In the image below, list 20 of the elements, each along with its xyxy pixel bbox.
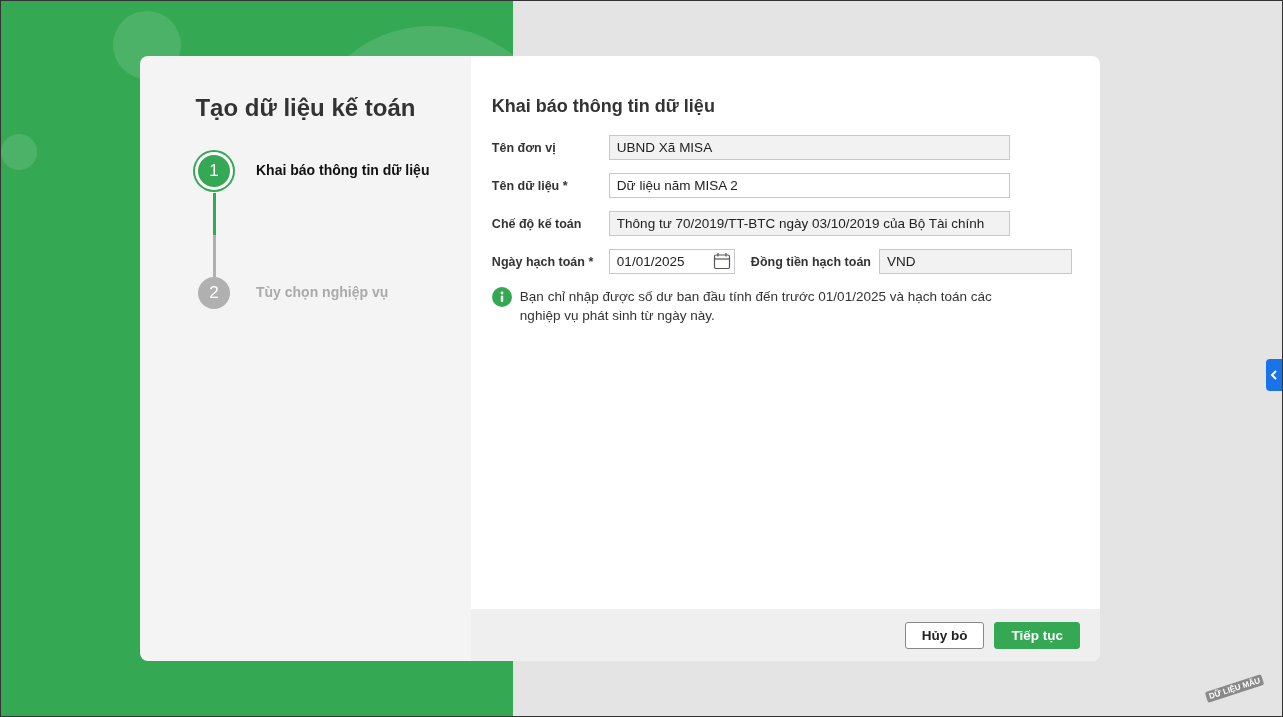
- chevron-left-icon: [1270, 370, 1278, 380]
- wizard-title: Tạo dữ liệu kế toán: [194, 94, 417, 122]
- field-label: Đồng tiền hạch toán: [750, 254, 871, 269]
- cancel-button[interactable]: Hủy bỏ: [904, 621, 985, 649]
- step-label: Tùy chọn nghiệp vụ: [256, 284, 389, 302]
- input-field[interactable]: Dữ liệu năm MISA 2: [608, 173, 1010, 198]
- field-label: Tên đơn vị: [491, 140, 557, 155]
- form-title: Khai báo thông tin dữ liệu: [491, 96, 716, 117]
- sample-data-stamp: DỮ LIỆU MẪU: [1204, 674, 1265, 703]
- step-number: 2: [198, 277, 230, 309]
- step-label: Khai báo thông tin dữ liệu: [256, 162, 430, 180]
- calendar-icon[interactable]: [712, 252, 731, 270]
- date-field[interactable]: 01/01/2025: [608, 249, 735, 274]
- info-icon: [491, 287, 512, 307]
- background-circle: [1, 134, 37, 170]
- info-note: Bạn chỉ nhập được số dư ban đầu tính đến trước 01/01/2025 và hạch toán các nghiệp vụ phát sinh từ ngày này.: [519, 288, 993, 325]
- field-label: Ngày hạch toán *: [491, 254, 595, 269]
- field-label: Tên dữ liệu *: [491, 178, 569, 193]
- collapse-tab[interactable]: [1266, 359, 1282, 391]
- field-label: Chế độ kế toán: [491, 216, 583, 231]
